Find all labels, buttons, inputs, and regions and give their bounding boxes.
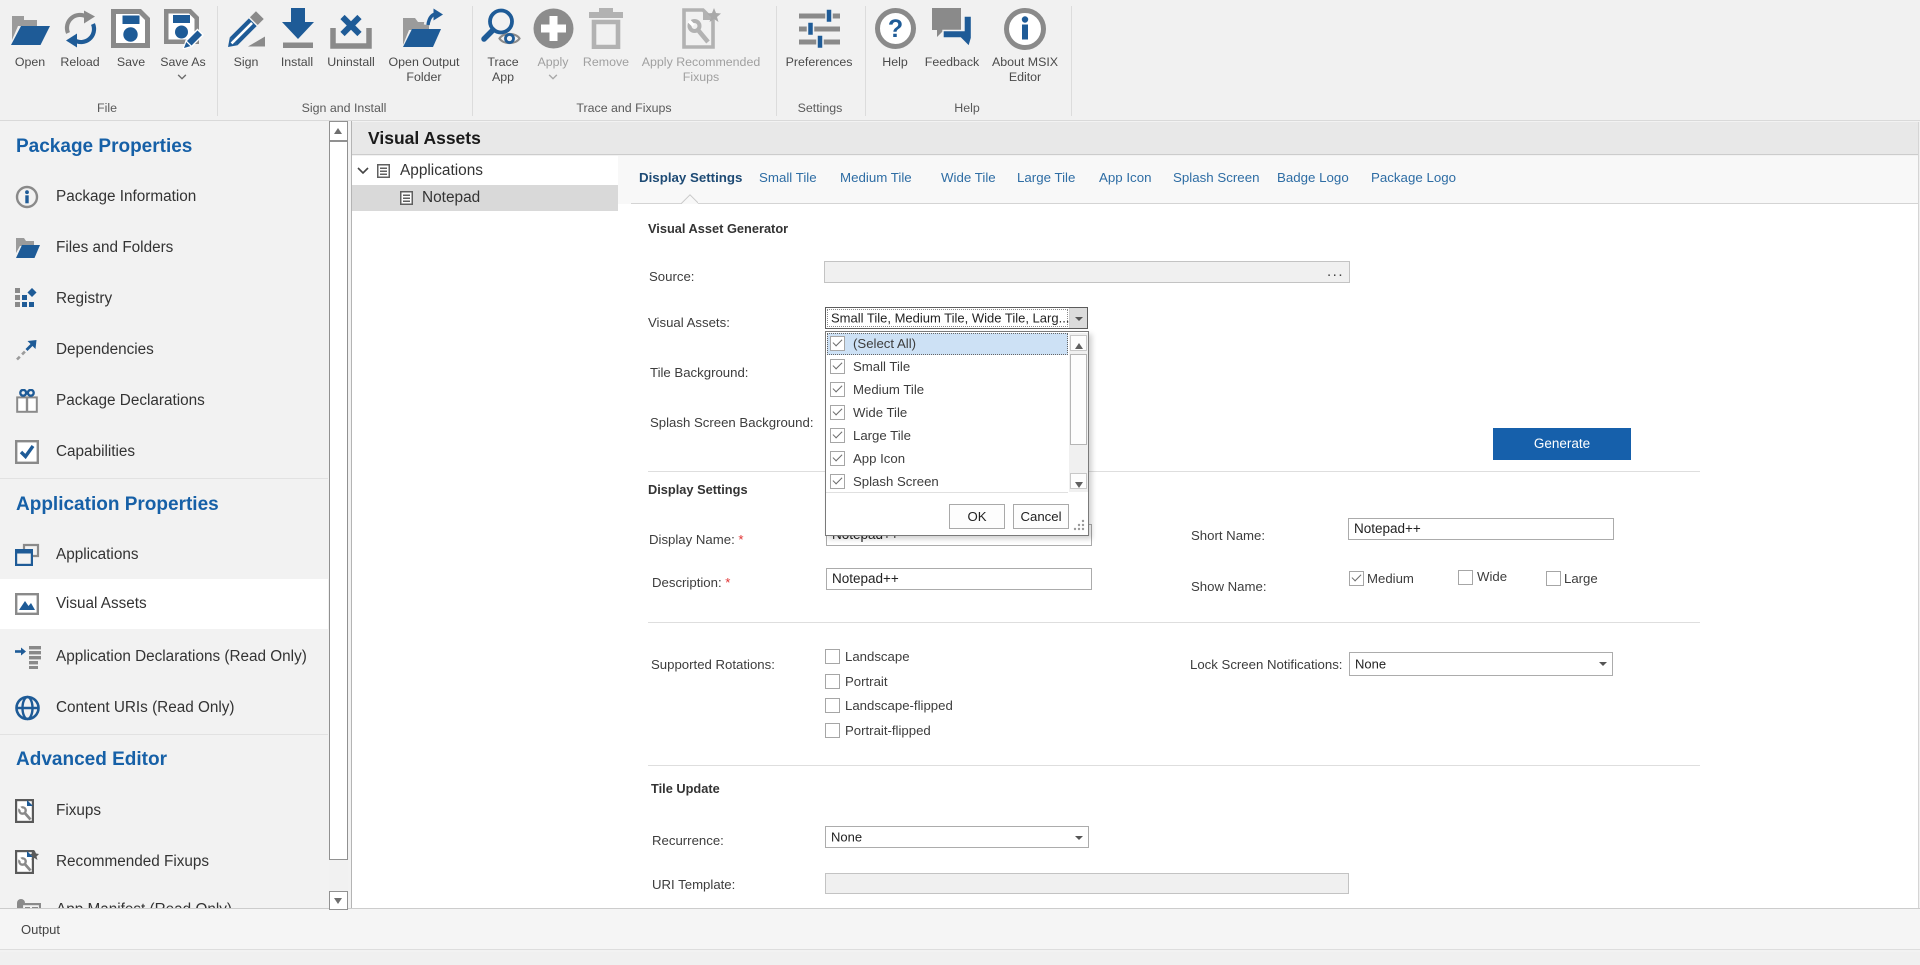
svg-text:?: ?	[888, 15, 903, 43]
